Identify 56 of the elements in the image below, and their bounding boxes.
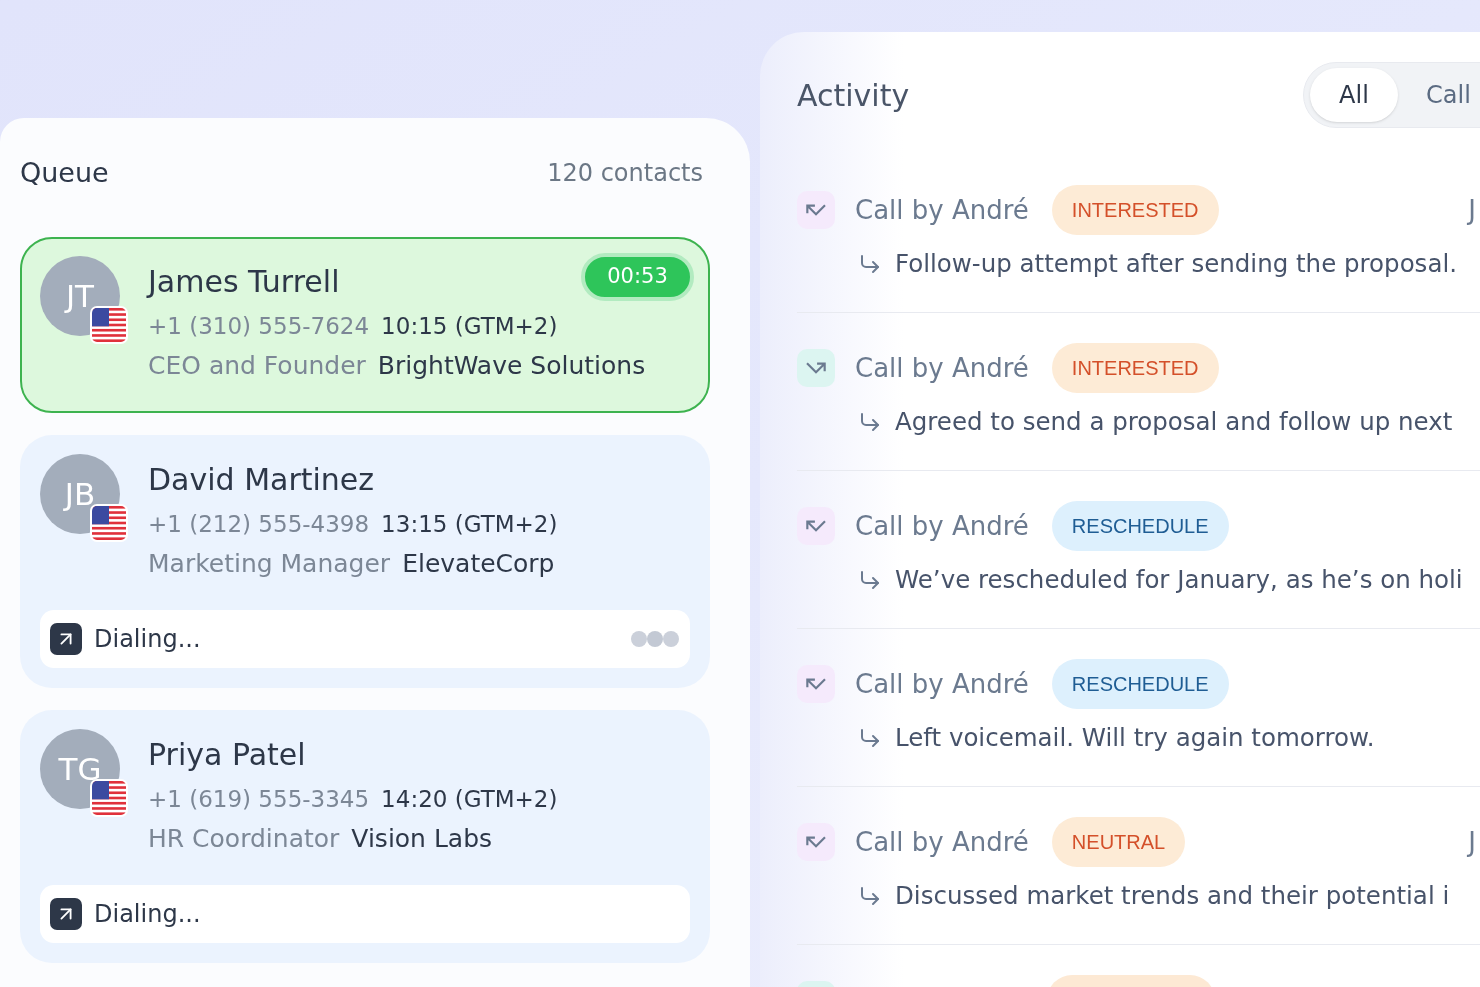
- corner-arrow-icon: [858, 568, 882, 592]
- activity-title: Call by André: [855, 509, 1029, 543]
- activity-note: Agreed to send a proposal and follow up next: [895, 405, 1453, 438]
- activity-date: J: [1468, 825, 1476, 859]
- arrow-up-right-icon: [50, 898, 82, 930]
- activity-date: J: [1468, 193, 1476, 227]
- company-name: ElevateCorp: [402, 548, 555, 581]
- company-name: Vision Labs: [351, 823, 493, 856]
- v-arrow-icon: [797, 507, 835, 545]
- corner-arrow-icon: [858, 410, 882, 434]
- corner-arrow-icon: [858, 252, 882, 276]
- contact-name: Priya Patel: [148, 737, 306, 773]
- activity-note: Follow-up attempt after sending the proposal.: [895, 247, 1457, 280]
- status-tag: INTERESTED: [1051, 343, 1219, 393]
- job-title: Marketing Manager: [148, 548, 391, 581]
- activity-title: Call by André: [855, 667, 1029, 701]
- activity-note: We’ve rescheduled for January, as he’s on holi: [895, 563, 1463, 596]
- phone-number: +1 (619) 555-3345: [148, 784, 370, 814]
- corner-arrow-icon: [858, 884, 882, 908]
- job-title: CEO and Founder: [148, 350, 366, 383]
- job-title: HR Coordinator: [148, 823, 340, 856]
- corner-arrow-icon: [858, 726, 882, 750]
- local-time: 10:15 (GTM+2): [381, 311, 558, 341]
- activity-title-heading: Activity: [797, 76, 910, 115]
- filter-tab[interactable]: All: [1310, 68, 1398, 122]
- status-tag: RESCHEDULE: [1051, 501, 1229, 551]
- us-flag-icon: [90, 779, 128, 817]
- queue-title: Queue: [20, 155, 109, 190]
- status-tag: NEUTRAL: [1051, 817, 1186, 867]
- activity-title: Call by André: [855, 351, 1029, 385]
- activity-title: Call by André: [855, 825, 1029, 859]
- status-tag: INTERESTED: [1051, 185, 1219, 235]
- dialing-status: Dialing...: [94, 899, 201, 930]
- phone-number: +1 (310) 555-7624: [148, 311, 370, 341]
- active-contact-card[interactable]: JT James Turrell 00:53 +1 (310) 555-7624 10:15 (GTM+2) CEO and Founder BrightWave Solutions: [20, 237, 710, 413]
- contact-name: James Turrell: [148, 264, 340, 300]
- contact-count: 120 contacts: [547, 158, 703, 189]
- dialing-status: Dialing...: [94, 624, 201, 655]
- v-arrow-icon: [797, 665, 835, 703]
- contact-name: David Martinez: [148, 462, 375, 498]
- filter-tab[interactable]: Call: [1406, 68, 1480, 122]
- contact-card[interactable]: JB David Martinez +1 (212) 555-4398 13:15 (GTM+2) Marketing Manager ElevateCorp Dialing...: [20, 435, 710, 688]
- activity-note: Left voicemail. Will try again tomorrow.: [895, 721, 1375, 754]
- contact-card[interactable]: TG Priya Patel +1 (619) 555-3345 14:20 (GTM+2) HR Coordinator Vision Labs Dialing...: [20, 710, 710, 963]
- call-timer: 00:53: [581, 253, 694, 301]
- v-arrow-icon: [797, 349, 835, 387]
- local-time: 14:20 (GTM+2): [381, 784, 558, 814]
- v-arrow-icon: [797, 191, 835, 229]
- activity-title: Call by André: [855, 193, 1029, 227]
- phone-number: +1 (212) 555-4398: [148, 509, 370, 539]
- v-arrow-icon: [797, 823, 835, 861]
- local-time: 13:15 (GTM+2): [381, 509, 558, 539]
- activity-note: Discussed market trends and their potential i: [895, 879, 1450, 912]
- company-name: BrightWave Solutions: [377, 350, 646, 383]
- arrow-up-right-icon: [50, 623, 82, 655]
- status-tag: RESCHEDULE: [1051, 659, 1229, 709]
